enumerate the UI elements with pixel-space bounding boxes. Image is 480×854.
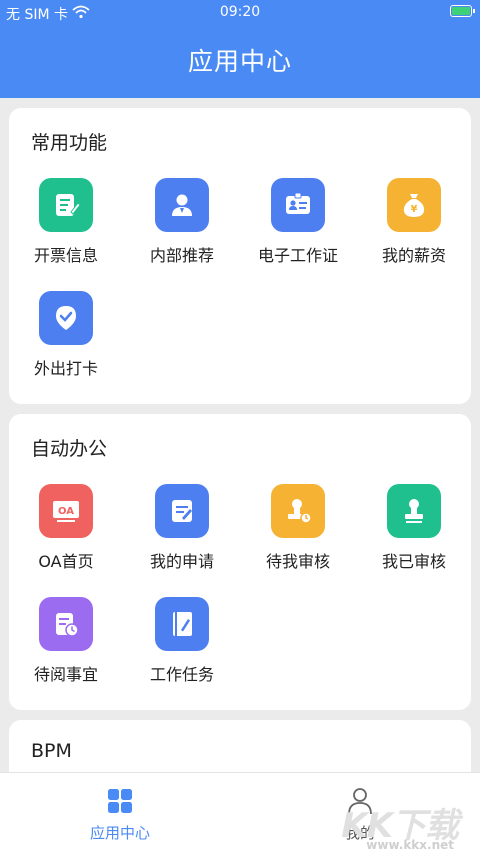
oa-badge-text: OA [58,506,74,517]
app-oa-home[interactable]: OA OA首页 [11,484,121,572]
app-clock-in-out[interactable]: 外出打卡 [11,291,121,379]
status-time: 09:20 [219,4,261,20]
battery-icon [450,5,475,17]
id-card-icon [271,178,325,232]
app-label: 内部推荐 [149,246,214,265]
tab-app-center[interactable]: 应用中心 [40,773,200,854]
app-my-applications[interactable]: 我的申请 [127,484,237,572]
app-label: 开票信息 [33,246,98,265]
location-check-icon [39,291,93,345]
stamp-icon [387,484,441,538]
app-invoice-info[interactable]: 开票信息 [11,178,121,266]
app-label: OA首页 [38,552,94,571]
doc-clock-icon [39,597,93,651]
app-internal-recommend[interactable]: 内部推荐 [127,178,237,266]
svg-text:¥: ¥ [411,204,418,215]
tab-label: 应用中心 [89,824,150,842]
money-bag-icon: ¥ [387,178,441,232]
oa-icon: OA [39,484,93,538]
app-label: 我的申请 [149,552,214,571]
status-bar: 无 SIM 卡 09:20 [0,0,480,26]
app-pending-review[interactable]: 待我审核 [243,484,353,572]
watermark-site: www.kkx.net [366,838,454,852]
section-auto-office: 自动办公 OA OA首页 我的申请 待我审核 我已审核 待阅事宜 工作任务 [9,414,471,710]
app-label: 工作任务 [149,665,214,684]
app-label: 待我审核 [265,552,330,571]
invoice-icon [39,178,93,232]
app-label: 我已审核 [381,552,446,571]
app-label: 外出打卡 [33,359,98,378]
app-reviewed[interactable]: 我已审核 [359,484,469,572]
grid-icon [107,788,133,818]
section-title: BPM [31,740,72,762]
page-title: 应用中心 [0,26,480,98]
section-title: 常用功能 [31,132,108,154]
app-label: 待阅事宜 [33,665,98,684]
app-label: 电子工作证 [257,246,338,265]
app-work-tasks[interactable]: 工作任务 [127,597,237,685]
app-to-read[interactable]: 待阅事宜 [11,597,121,685]
stamp-clock-icon [271,484,325,538]
edit-doc-icon [155,484,209,538]
app-label: 我的薪资 [381,246,446,265]
notebook-icon [155,597,209,651]
app-my-salary[interactable]: ¥ 我的薪资 [359,178,469,266]
section-title: 自动办公 [31,438,108,460]
app-electronic-badge[interactable]: 电子工作证 [243,178,353,266]
section-common-functions: 常用功能 开票信息 内部推荐 电子工作证 ¥ 我的薪资 外出打卡 [9,108,471,404]
person-recommend-icon [155,178,209,232]
